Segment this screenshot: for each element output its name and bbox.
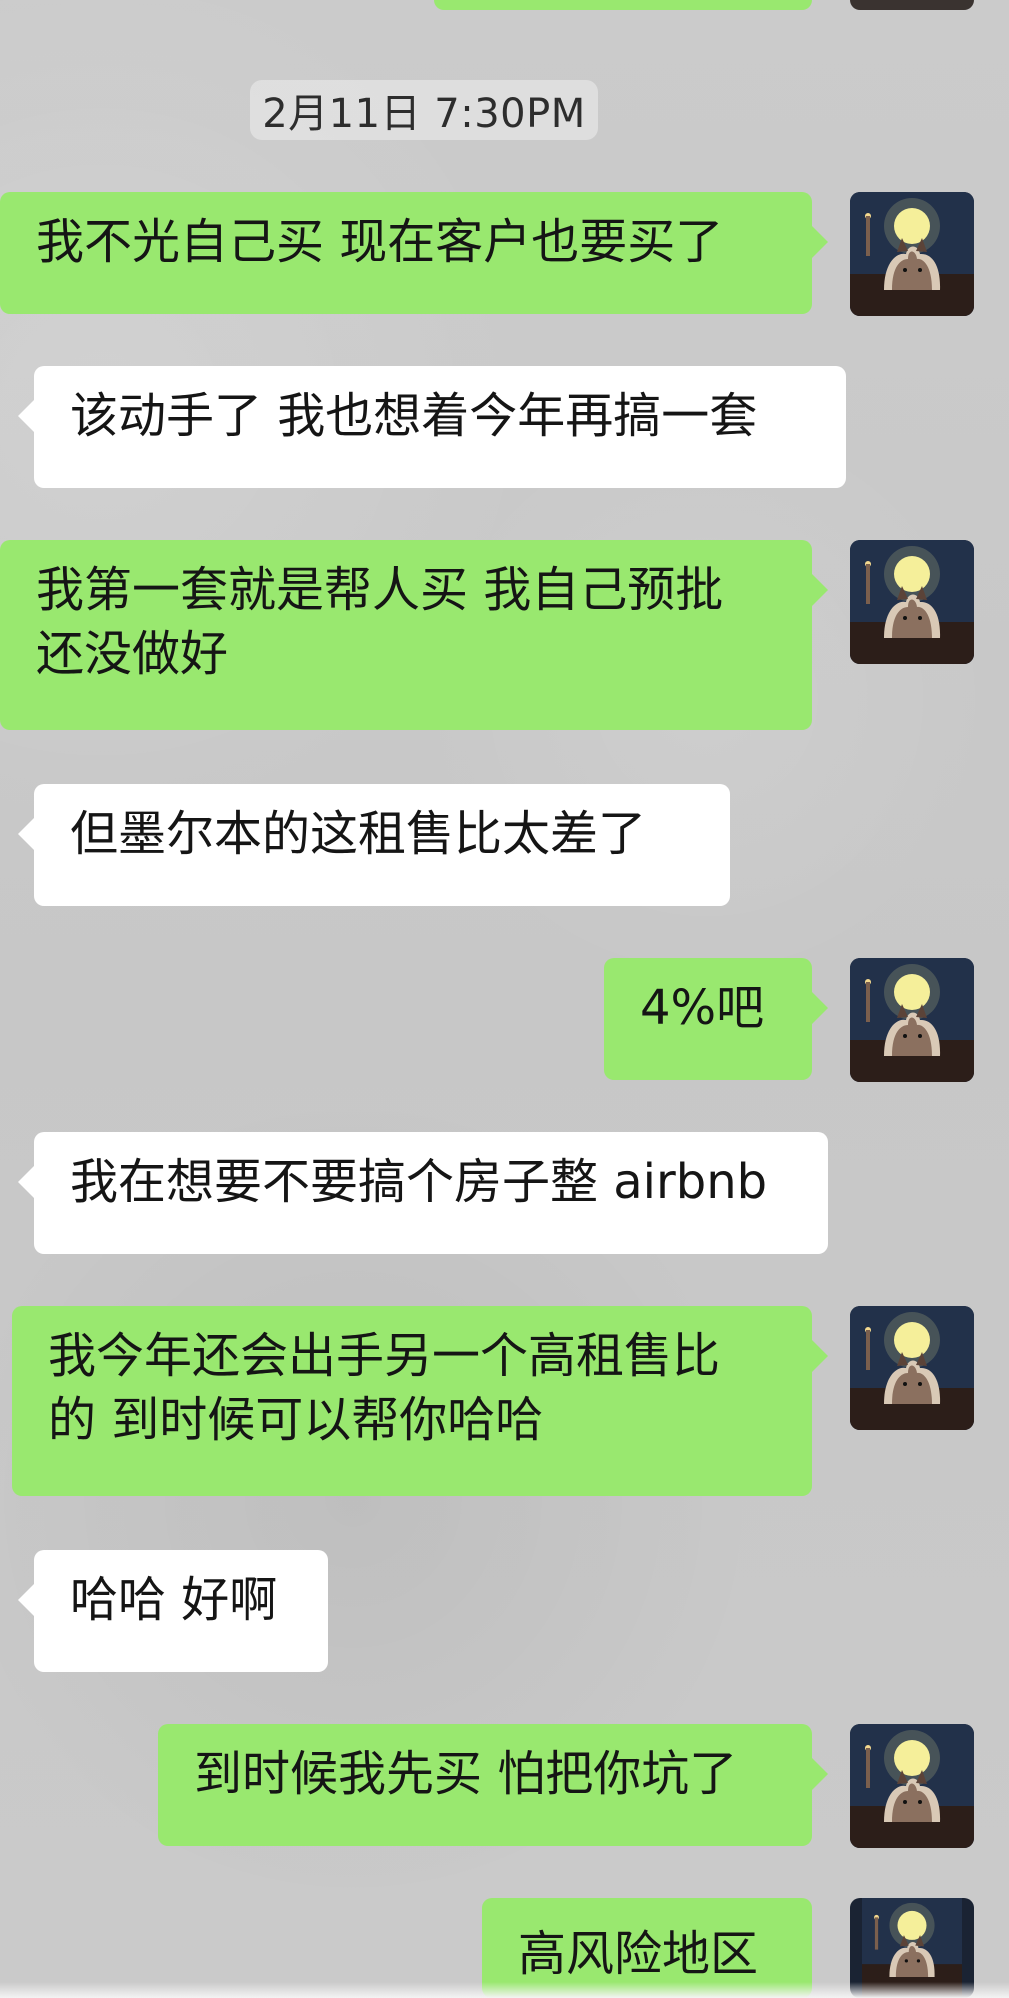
cat-moon-avatar-icon (850, 192, 974, 316)
bottom-fade (0, 1982, 1009, 1998)
chat-screen: 2月11日 7:30PM 我不光自己买 现在客户也要买了 该动手了 我也想着今年… (0, 0, 1009, 1998)
partial-avatar (850, 0, 974, 10)
message-bubble-sent[interactable]: 我今年还会出手另一个高租售比 的 到时候可以帮你哈哈 (12, 1306, 828, 1496)
cat-moon-avatar-icon[interactable] (850, 958, 974, 1082)
message-bubble-received[interactable]: 该动手了 我也想着今年再搞一套 (18, 366, 846, 488)
message-bubble-received[interactable]: 哈哈 好啊 (18, 1550, 328, 1672)
cat-moon-avatar-icon (850, 1724, 974, 1848)
message-bubble-sent[interactable]: 4%吧 (604, 958, 828, 1080)
message-bubble-received[interactable]: 我在想要不要搞个房子整 airbnb (18, 1132, 828, 1254)
cat-moon-avatar-icon (850, 540, 974, 664)
cat-moon-avatar-icon[interactable] (850, 1306, 974, 1430)
message-bubble-sent[interactable]: 我不光自己买 现在客户也要买了 (0, 192, 828, 314)
message-timestamp: 2月11日 7:30PM (250, 80, 598, 140)
cat-moon-avatar-icon (850, 1306, 974, 1430)
message-bubble-received[interactable]: 但墨尔本的这租售比太差了 (18, 784, 730, 906)
cat-moon-avatar-icon[interactable] (850, 192, 974, 316)
message-bubble-sent[interactable]: 到时候我先买 怕把你坑了 (158, 1724, 828, 1846)
partial-message-bubble (434, 0, 812, 10)
cat-moon-avatar-icon[interactable] (850, 540, 974, 664)
message-bubble-sent[interactable]: 我第一套就是帮人买 我自己预批 还没做好 (0, 540, 828, 730)
cat-moon-avatar-icon (850, 958, 974, 1082)
cat-moon-avatar-icon[interactable] (850, 1724, 974, 1848)
